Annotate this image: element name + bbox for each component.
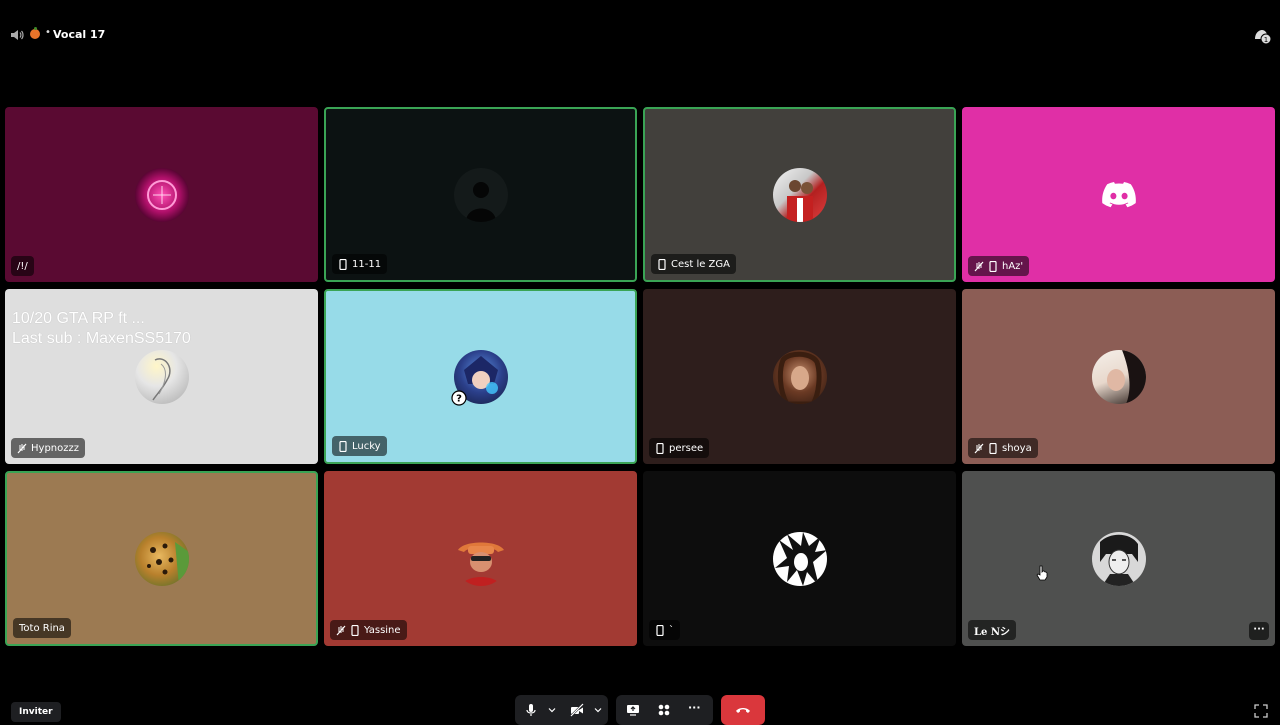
participant-tile[interactable]: persee — [643, 289, 956, 464]
deafened-icon — [974, 261, 984, 271]
svg-text:1: 1 — [1264, 36, 1268, 44]
mobile-icon — [656, 442, 664, 454]
avatar — [453, 531, 508, 586]
avatar — [1091, 531, 1146, 586]
name-tag: Lucky — [332, 436, 387, 456]
disconnect-button[interactable] — [721, 695, 765, 725]
microphone-icon[interactable] — [524, 703, 538, 717]
avatar — [134, 167, 189, 222]
mobile-icon — [351, 624, 359, 636]
mobile-icon — [656, 624, 664, 636]
avatar — [772, 167, 827, 222]
activities-icon[interactable] — [657, 703, 671, 717]
mobile-icon — [989, 260, 997, 272]
participant-tile[interactable]: shoya — [962, 289, 1275, 464]
participant-name: Lucky — [352, 440, 381, 452]
separator: • — [45, 27, 51, 38]
mobile-icon — [339, 440, 347, 452]
bottom-bar: Inviter ··· — [0, 690, 1280, 725]
chevron-down-icon[interactable] — [548, 706, 556, 714]
participant-name: Cest le ZGA — [671, 258, 730, 270]
participant-tile[interactable]: Le Nシ ··· — [962, 471, 1275, 646]
overlay-line: Last sub : MaxenSS5170 — [12, 330, 191, 347]
mobile-icon — [658, 258, 666, 270]
name-tag: Cest le ZGA — [651, 254, 736, 274]
audio-video-controls — [515, 695, 608, 725]
invite-button[interactable]: Inviter — [11, 702, 61, 722]
avatar — [453, 167, 508, 222]
deafened-icon — [336, 625, 346, 635]
name-tag: /!/ — [11, 256, 34, 276]
phone-hangup-icon — [736, 708, 750, 713]
participant-tile[interactable]: ? Lucky — [324, 289, 637, 464]
svg-text:?: ? — [456, 394, 462, 405]
server-icon[interactable] — [30, 27, 40, 39]
video-grid: /!/ 11-11 Cest le ZGA hAz' 10/20 GTA RP … — [5, 107, 1275, 647]
stream-overlay-text: 10/20 GTA RP ft ... Last sub : MaxenSS51… — [12, 309, 191, 349]
participant-name: Le Nシ — [974, 626, 1011, 638]
question-badge-icon: ? — [451, 390, 467, 406]
participant-tile[interactable]: /!/ — [5, 107, 318, 282]
participant-tile[interactable]: 10/20 GTA RP ft ... Last sub : MaxenSS51… — [5, 289, 318, 464]
participant-name: persee — [669, 442, 704, 454]
hand-cursor-icon — [1036, 565, 1048, 581]
mobile-icon — [989, 442, 997, 454]
participant-name: hAz' — [1002, 260, 1024, 272]
participant-tile[interactable]: Toto Rina — [5, 471, 318, 646]
participant-name: 11-11 — [352, 258, 382, 270]
tile-more-button[interactable]: ··· — [1249, 622, 1269, 640]
participant-tile[interactable]: 11-11 — [324, 107, 637, 282]
avatar — [772, 349, 827, 404]
name-tag: Le Nシ — [968, 620, 1017, 640]
overlay-line: 10/20 GTA RP ft ... — [12, 310, 145, 327]
share-controls: ··· — [616, 695, 713, 725]
participant-tile[interactable]: Cest le ZGA — [643, 107, 956, 282]
participant-name: Hypnozzz — [31, 442, 79, 454]
participant-name: shoya — [1002, 442, 1032, 454]
speaker-icon — [11, 30, 24, 40]
name-tag: shoya — [968, 438, 1038, 458]
participant-tile[interactable]: ` — [643, 471, 956, 646]
mobile-icon — [339, 258, 347, 270]
avatar — [1091, 349, 1146, 404]
name-tag: hAz' — [968, 256, 1030, 276]
screen-share-icon[interactable] — [626, 703, 640, 717]
avatar — [134, 349, 189, 404]
name-tag: Toto Rina — [13, 618, 71, 638]
name-tag: Hypnozzz — [11, 438, 85, 458]
avatar — [134, 531, 189, 586]
top-bar: • Vocal 17 1 — [0, 0, 1280, 70]
deafened-icon — [17, 443, 27, 453]
name-tag: 11-11 — [332, 254, 388, 274]
activity-icon[interactable]: 1 — [1252, 27, 1272, 45]
deafened-icon — [974, 443, 984, 453]
name-tag: persee — [649, 438, 710, 458]
fullscreen-icon[interactable] — [1254, 704, 1268, 718]
name-tag: ` — [649, 620, 680, 640]
more-options-button[interactable]: ··· — [688, 701, 702, 715]
participant-name: /!/ — [17, 260, 28, 272]
participant-name: ` — [669, 624, 674, 636]
avatar — [772, 531, 827, 586]
discord-icon — [1101, 181, 1136, 207]
participant-name: Yassine — [364, 624, 401, 636]
participant-tile[interactable]: Yassine — [324, 471, 637, 646]
participant-name: Toto Rina — [19, 622, 65, 634]
camera-off-icon[interactable] — [570, 703, 584, 717]
channel-name[interactable]: Vocal 17 — [53, 28, 105, 41]
chevron-down-icon[interactable] — [594, 706, 602, 714]
participant-tile[interactable]: hAz' — [962, 107, 1275, 282]
name-tag: Yassine — [330, 620, 407, 640]
